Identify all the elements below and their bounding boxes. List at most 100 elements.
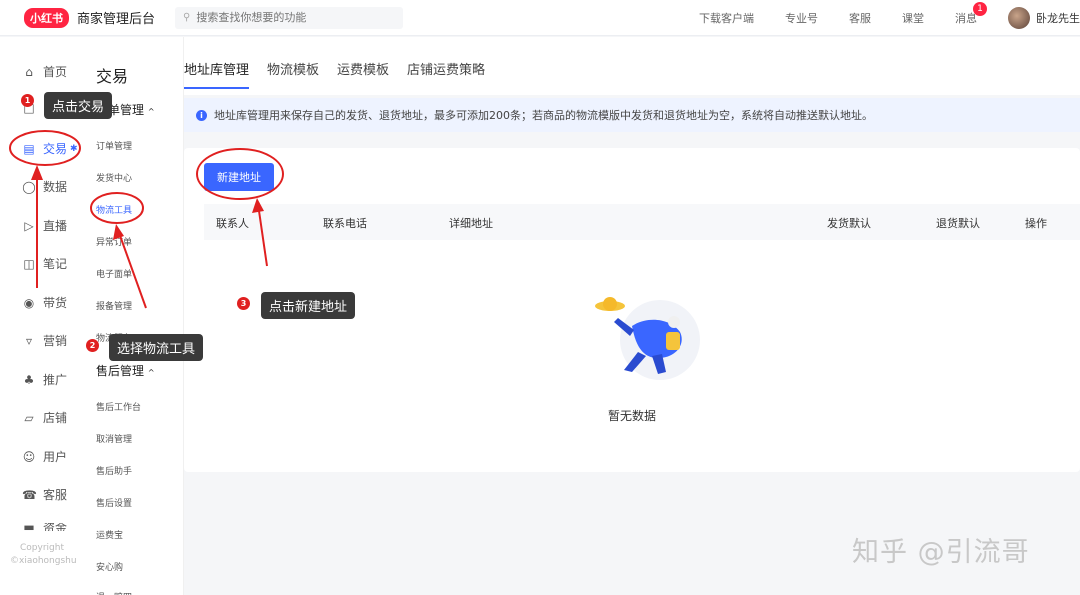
- sidebar-item-funds[interactable]: ▬ 资金: [22, 523, 67, 531]
- sidebar-item-label: 数据: [43, 180, 68, 194]
- sidebar-item-label: 首页: [43, 65, 68, 79]
- sub-item-freight-insurance[interactable]: 运费宝: [96, 528, 123, 541]
- empty-state-text: 暂无数据: [607, 409, 656, 423]
- app-title: 商家管理后台: [77, 12, 156, 27]
- live-icon: ▷: [24, 218, 34, 233]
- sidebar-item-notes[interactable]: ◫ 笔记: [22, 255, 67, 272]
- search-box[interactable]: ⚲: [175, 6, 404, 29]
- step-3-badge: 3: [237, 297, 250, 310]
- column-phone: 联系电话: [323, 217, 367, 230]
- sidebar-item-promote[interactable]: ♣ 推广: [22, 371, 67, 388]
- sidebar-item-label: 资金: [43, 523, 68, 531]
- sidebar-item-service[interactable]: ☎ 客服: [22, 486, 67, 503]
- sub-item-shipping-center[interactable]: 发货中心: [96, 171, 132, 184]
- watermark: 知乎 @引流哥: [852, 537, 1030, 568]
- info-notice: i 地址库管理用来保存自己的发货、退货地址，最多可添加200条；若商品的物流模版…: [184, 98, 1080, 132]
- nav-download-client[interactable]: 下载客户端: [699, 10, 754, 26]
- sidebar-item-label: 营销: [43, 334, 68, 348]
- sub-item-order-manage[interactable]: 订单管理: [96, 139, 132, 152]
- step-2-tooltip: 选择物流工具: [109, 334, 204, 361]
- username: 卧龙先生: [1036, 12, 1080, 25]
- nav-customer-service[interactable]: 客服: [849, 10, 871, 26]
- sidebar-item-label: 用户: [43, 450, 68, 464]
- sidebar-item-label: 笔记: [43, 257, 68, 271]
- logo[interactable]: 小红书: [24, 7, 69, 28]
- sidebar-item-goods[interactable]: ◉ 带货: [22, 294, 67, 311]
- sub-item-after-sales-assistant[interactable]: 售后助手: [96, 464, 132, 477]
- sidebar-item-label: 客服: [43, 488, 68, 502]
- tab-address-library[interactable]: 地址库管理: [184, 59, 250, 89]
- sidebar-item-label: 店铺: [43, 411, 68, 425]
- sidebar-item-users[interactable]: ☺ 用户: [22, 448, 67, 465]
- copyright-line-sub: ©xiaohongshu: [10, 556, 77, 566]
- column-return-default: 退货默认: [936, 217, 980, 230]
- step-2-badge: 2: [86, 339, 99, 352]
- user-menu[interactable]: 卧龙先生: [1008, 7, 1080, 29]
- copyright-line: Copyright: [20, 543, 64, 553]
- shop-icon: ▱: [24, 410, 34, 425]
- sidebar-item-label: 交易: [43, 142, 68, 156]
- sidebar-item-trade[interactable]: ▤ 交易 ✱: [22, 140, 78, 157]
- nav-class[interactable]: 课堂: [902, 10, 924, 26]
- sub-item-report-manage[interactable]: 报备管理: [96, 299, 132, 312]
- sidebar: ⌂ 首页 □ ▤ 交易 ✱ ◯ 数据 ▷ 直播 ◫ 笔记 ◉ 带货 ▿ 营销 ♣…: [0, 37, 86, 595]
- sub-item-cancel-manage[interactable]: 取消管理: [96, 432, 132, 445]
- sidebar-item-label: 推广: [43, 373, 68, 387]
- chart-icon: ◯: [22, 179, 36, 194]
- tab-logistics-template[interactable]: 物流模板: [267, 59, 319, 87]
- sub-item-logistics-tools[interactable]: 物流工具: [96, 203, 132, 216]
- tab-bar: 地址库管理 物流模板 运费模板 店铺运费策略: [184, 37, 1080, 95]
- column-address: 详细地址: [449, 217, 493, 230]
- top-nav: 下载客户端 专业号 客服 课堂 消息 1 卧龙先生: [699, 0, 1080, 36]
- sub-item-return-compensation[interactable]: 退一赔四: [96, 590, 132, 595]
- book-icon: ◫: [23, 256, 35, 271]
- avatar: [1008, 7, 1030, 29]
- search-input[interactable]: [196, 11, 387, 24]
- notice-text: 地址库管理用来保存自己的发货、退货地址，最多可添加200条；若商品的物流模版中发…: [214, 109, 873, 122]
- sub-group-label: 售后管理: [96, 364, 145, 378]
- new-address-button[interactable]: 新建地址: [204, 163, 274, 191]
- service-icon: ☎: [22, 487, 37, 502]
- empty-illustration-icon: [595, 297, 700, 380]
- copyright: Copyright ©xiaohongshu: [10, 542, 77, 568]
- megaphone-icon: ▿: [25, 333, 33, 348]
- home-icon: ⌂: [25, 64, 33, 79]
- chevron-up-icon: ^: [147, 368, 155, 377]
- table-header: 联系人 联系电话 详细地址 发货默认 退货默认 操作: [204, 204, 1080, 240]
- sub-item-abnormal-orders[interactable]: 异常订单: [96, 235, 132, 248]
- tab-shop-freight-strategy[interactable]: 店铺运费策略: [407, 59, 485, 87]
- sub-sidebar-title: 交易: [96, 67, 129, 86]
- sidebar-item-data[interactable]: ◯ 数据: [22, 178, 67, 195]
- step-1-tooltip: 点击交易: [44, 92, 113, 119]
- sidebar-item-marketing[interactable]: ▿ 营销: [22, 332, 67, 349]
- wallet-icon: ▬: [23, 523, 35, 531]
- nav-messages-label: 消息: [955, 12, 977, 25]
- top-bar: 小红书 商家管理后台 ⚲ 下载客户端 专业号 客服 课堂 消息 1 卧龙先生: [0, 0, 1080, 36]
- bag-icon: ◉: [23, 295, 35, 310]
- nav-pro-account[interactable]: 专业号: [785, 10, 818, 26]
- sub-item-after-sales-settings[interactable]: 售后设置: [96, 496, 132, 509]
- column-contact: 联系人: [216, 217, 249, 230]
- sub-group-after-sales[interactable]: 售后管理 ^: [96, 362, 155, 379]
- users-icon: ☺: [22, 449, 36, 464]
- promote-icon: ♣: [23, 372, 35, 387]
- search-icon: ⚲: [183, 12, 191, 23]
- nav-messages[interactable]: 消息 1: [955, 2, 987, 26]
- sidebar-item-home[interactable]: ⌂ 首页: [22, 63, 67, 80]
- message-badge: 1: [973, 2, 987, 16]
- sidebar-item-shop[interactable]: ▱ 店铺: [22, 409, 67, 426]
- column-ship-default: 发货默认: [827, 217, 871, 230]
- sidebar-item-label: 直播: [43, 219, 68, 233]
- sub-item-e-waybill[interactable]: 电子面单: [96, 267, 132, 280]
- step-3-tooltip: 点击新建地址: [261, 292, 356, 319]
- sub-item-anxin-gou[interactable]: 安心购: [96, 560, 123, 573]
- sidebar-item-live[interactable]: ▷ 直播: [22, 217, 67, 234]
- sidebar-item-label: 带货: [43, 296, 68, 310]
- step-1-badge: 1: [21, 94, 34, 107]
- sub-sidebar: 交易 订单管理 ^ 订单管理 发货中心 物流工具 异常订单 电子面单 报备管理 …: [86, 37, 184, 595]
- column-actions: 操作: [1025, 217, 1047, 230]
- sub-item-after-sales-desk[interactable]: 售后工作台: [96, 400, 141, 413]
- tab-freight-template[interactable]: 运费模板: [337, 59, 389, 87]
- chevron-up-icon: ^: [147, 107, 155, 116]
- active-dot-icon: ✱: [70, 143, 78, 154]
